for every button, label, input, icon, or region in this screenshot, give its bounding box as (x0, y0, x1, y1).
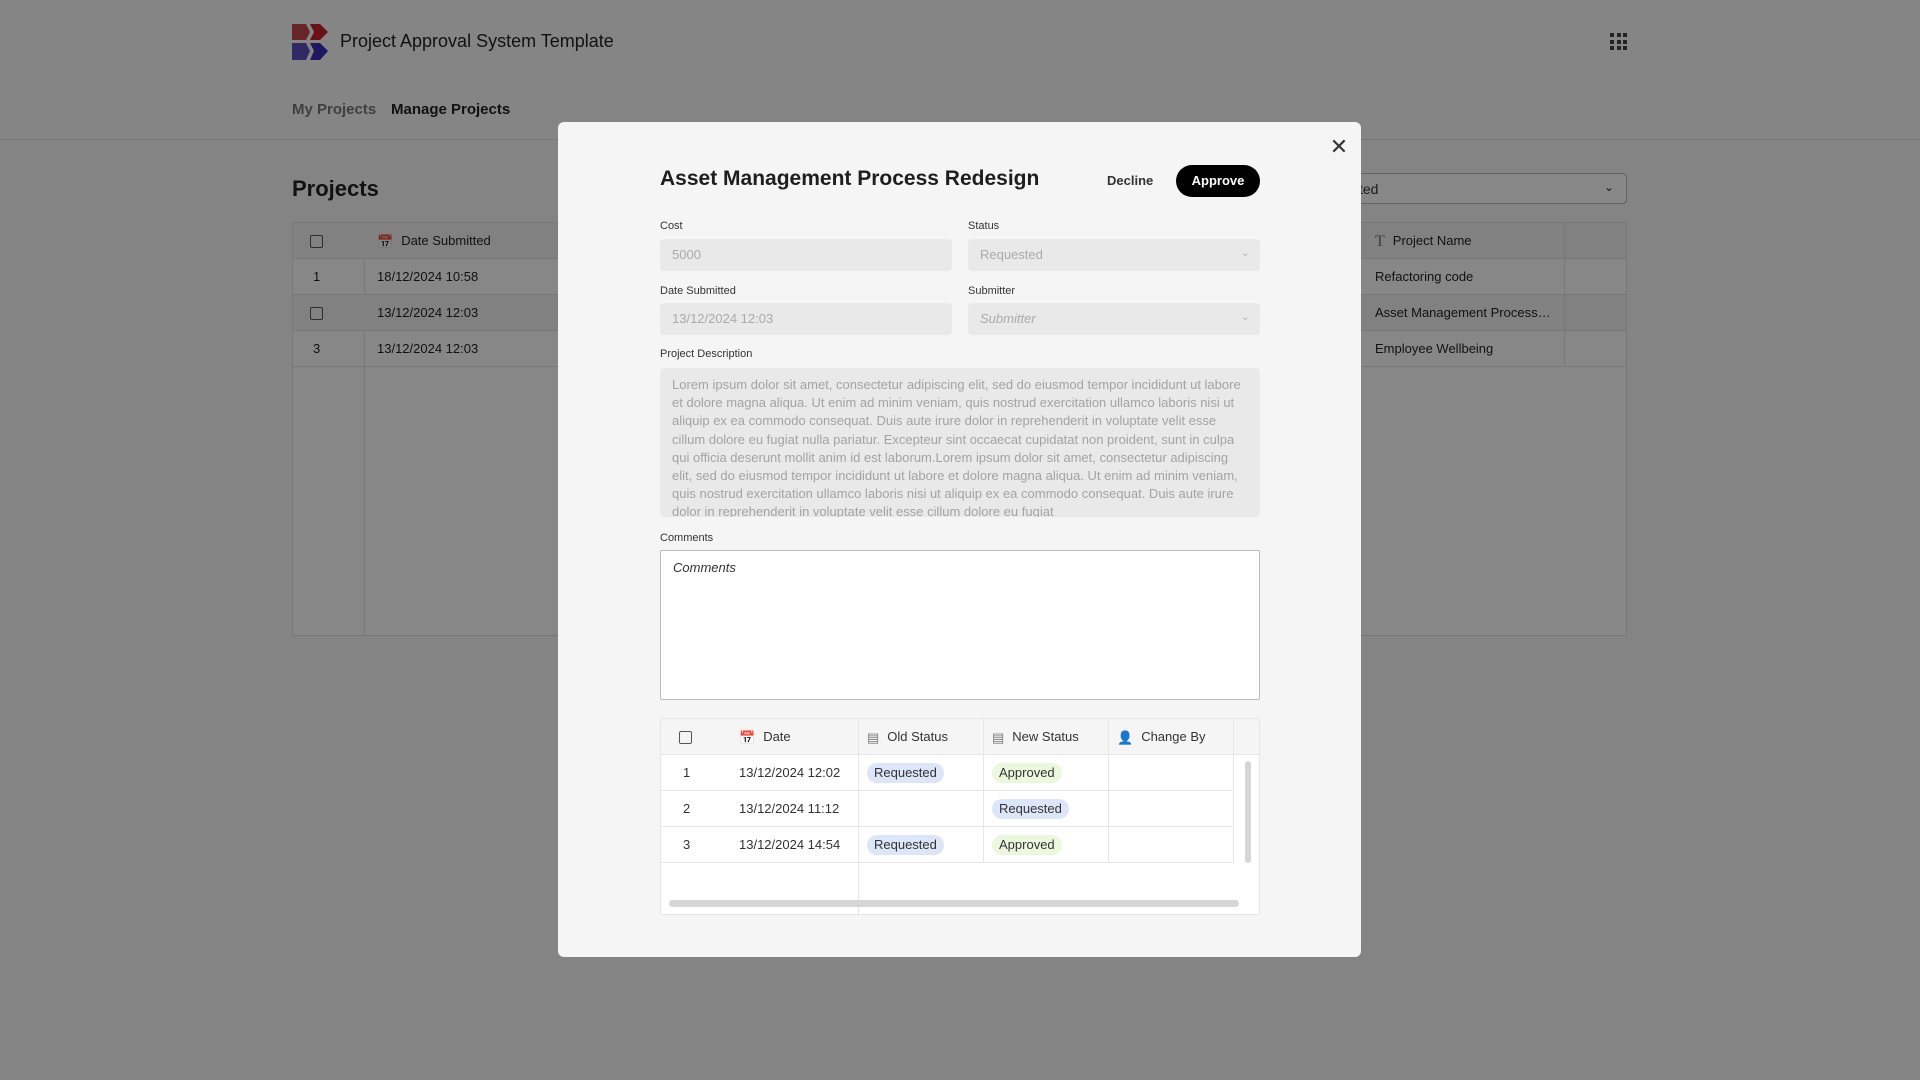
submitter-label: Submitter (968, 285, 1016, 297)
vertical-scrollbar[interactable] (1245, 761, 1251, 863)
old-status-pill: Requested (867, 835, 944, 855)
status-value: Requested (980, 247, 1043, 262)
cost-input[interactable]: 5000 (660, 239, 952, 271)
column-change-by[interactable]: Change By (1141, 729, 1205, 744)
horizontal-scrollbar[interactable] (669, 900, 1239, 907)
chevron-down-icon: ⌄ (1240, 311, 1250, 323)
new-status-pill: Approved (992, 763, 1062, 783)
row-date: 13/12/2024 14:54 (731, 827, 859, 863)
column-date[interactable]: Date (763, 729, 790, 744)
date-submitted-input[interactable]: 13/12/2024 12:03 (660, 303, 952, 335)
row-index: 1 (683, 765, 691, 780)
row-change-by (1109, 755, 1234, 791)
row-index: 2 (683, 801, 691, 816)
submitter-select[interactable]: Submitter ⌄ (968, 303, 1260, 335)
table-row[interactable]: 2 13/12/2024 11:12 Requested (661, 791, 1234, 827)
status-label: Status (968, 220, 1000, 232)
row-change-by (1109, 791, 1234, 827)
table-row[interactable]: 1 13/12/2024 12:02 Requested Approved (661, 755, 1234, 791)
date-submitted-label: Date Submitted (660, 285, 736, 297)
row-change-by (1109, 827, 1234, 863)
old-status-pill: Requested (867, 763, 944, 783)
table-header: 📅 Date ▤ Old Status ▤ New Status 👤 Change By (661, 719, 1259, 755)
row-date: 13/12/2024 11:12 (731, 791, 859, 827)
cost-label: Cost (660, 220, 683, 232)
description-textarea[interactable]: Lorem ipsum dolor sit amet, consectetur … (660, 368, 1260, 517)
approve-button[interactable]: Approve (1176, 165, 1260, 197)
select-all-checkbox[interactable] (679, 731, 692, 745)
list-icon: ▤ (867, 729, 880, 745)
user-icon: 👤 (1117, 729, 1134, 745)
row-index: 3 (683, 837, 691, 852)
submitter-placeholder: Submitter (980, 311, 1036, 326)
new-status-pill: Approved (992, 835, 1062, 855)
column-old-status[interactable]: Old Status (887, 729, 948, 744)
status-select[interactable]: Requested ⌄ (968, 239, 1260, 271)
comments-textarea[interactable]: Comments (660, 550, 1260, 700)
row-date: 13/12/2024 12:02 (731, 755, 859, 791)
new-status-pill: Requested (992, 799, 1069, 819)
description-label: Project Description (660, 348, 753, 360)
list-icon: ▤ (992, 729, 1005, 745)
comments-label: Comments (660, 532, 714, 544)
close-icon[interactable]: ✕ (1328, 134, 1350, 160)
decline-button[interactable]: Decline (1097, 165, 1163, 197)
row-old-status (859, 791, 984, 827)
chevron-down-icon: ⌄ (1240, 247, 1250, 259)
modal-title: Asset Management Process Redesign (660, 167, 1040, 190)
status-history-table: 📅 Date ▤ Old Status ▤ New Status 👤 Change By… (660, 718, 1260, 915)
table-row[interactable]: 3 13/12/2024 14:54 Requested Approved (661, 827, 1234, 863)
calendar-icon: 📅 (739, 729, 756, 745)
column-new-status[interactable]: New Status (1012, 729, 1078, 744)
